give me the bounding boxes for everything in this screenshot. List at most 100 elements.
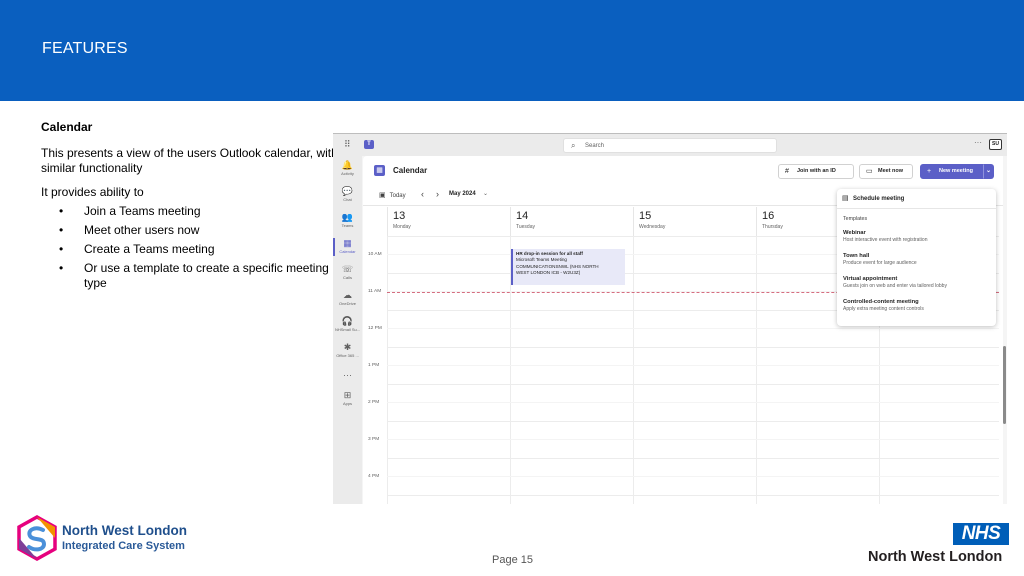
template-description: Guests join on web and enter via tailore… bbox=[843, 283, 947, 289]
template-name: Town hall bbox=[843, 253, 870, 259]
feature-item: • Meet other users now bbox=[41, 223, 341, 238]
plus-icon: + bbox=[927, 168, 932, 175]
time-label: 2 PM bbox=[368, 400, 380, 405]
join-with-id-button[interactable]: # Join with an ID bbox=[778, 164, 854, 179]
month-selector[interactable]: May 2024 bbox=[449, 191, 476, 197]
rail-item-office365[interactable]: ✱ Office 365 ... bbox=[333, 342, 362, 359]
rail-item-calls[interactable]: ☏ Calls bbox=[333, 264, 362, 281]
chevron-down-icon[interactable]: ⌄ bbox=[483, 190, 488, 197]
nhs-org-name: North West London bbox=[868, 549, 1003, 565]
cloud-icon: ☁ bbox=[343, 290, 352, 300]
rail-item-more-apps[interactable]: ··· bbox=[333, 370, 362, 380]
template-name: Controlled-content meeting bbox=[843, 299, 919, 305]
section-heading: Calendar bbox=[41, 120, 93, 134]
half-hour-line bbox=[387, 328, 999, 329]
time-label: 1 PM bbox=[368, 363, 380, 368]
teams-window: ⠿ T ⌕ Search ··· SU 🔔 Activity 💬 Chat 👥 Tea… bbox=[333, 133, 1007, 504]
meet-now-button[interactable]: ▭ Meet now bbox=[859, 164, 913, 179]
half-hour-line bbox=[387, 439, 999, 440]
teams-logo-icon: T bbox=[364, 140, 374, 149]
rail-item-nhsmail-support[interactable]: 🎧 NHSmail Su... bbox=[333, 316, 362, 333]
bullet: • bbox=[59, 242, 64, 256]
today-button[interactable]: ▣ Today bbox=[379, 191, 406, 199]
calendar-icon: ▦ bbox=[374, 165, 385, 176]
bullet: • bbox=[59, 223, 64, 237]
rail-label: Calendar bbox=[339, 249, 356, 254]
grid-divider bbox=[387, 236, 388, 504]
vertical-scrollbar[interactable] bbox=[1003, 346, 1006, 424]
meet-now-label: Meet now bbox=[878, 168, 904, 174]
hour-line bbox=[387, 421, 999, 422]
rail-item-activity[interactable]: 🔔 Activity bbox=[333, 160, 362, 177]
hour-line bbox=[387, 458, 999, 459]
feature-lead: It provides ability to bbox=[41, 185, 144, 199]
rail-item-onedrive[interactable]: ☁ OneDrive bbox=[333, 290, 362, 307]
day-header-tuesday[interactable]: 14 Tuesday bbox=[510, 207, 633, 236]
rail-item-apps[interactable]: ⊞ Apps bbox=[333, 390, 362, 407]
chevron-right-icon[interactable]: › bbox=[436, 189, 439, 199]
today-label: Today bbox=[389, 193, 406, 199]
calendar-header: ▦ Calendar # Join with an ID ▭ Meet now + N… bbox=[363, 156, 1003, 186]
slide-title: FEATURES bbox=[42, 40, 128, 57]
day-header-wednesday[interactable]: 15 Wednesday bbox=[633, 207, 756, 236]
template-description: Host interactive event with registration bbox=[843, 237, 928, 243]
teams-title-bar: ⠿ T ⌕ Search ··· SU bbox=[333, 134, 1007, 156]
calendar-title: Calendar bbox=[393, 166, 428, 175]
rail-label: Teams bbox=[341, 223, 354, 228]
page-number: Page 15 bbox=[492, 554, 533, 566]
half-hour-line bbox=[387, 402, 999, 403]
feature-list: • Join a Teams meeting • Meet other users … bbox=[41, 204, 341, 291]
day-number: 15 bbox=[639, 210, 652, 222]
chevron-left-icon[interactable]: ‹ bbox=[421, 189, 424, 199]
chat-icon: 💬 bbox=[341, 186, 354, 196]
more-options-icon[interactable]: ··· bbox=[974, 138, 982, 147]
rail-item-calendar[interactable]: ▦ Calendar bbox=[333, 238, 362, 256]
calendar-icon: ▦ bbox=[343, 238, 352, 248]
rail-label: OneDrive bbox=[339, 301, 356, 306]
day-name: Monday bbox=[393, 224, 411, 230]
hour-line bbox=[387, 347, 999, 348]
calendar-event[interactable]: HR drop-in session for all staff Microso… bbox=[511, 249, 625, 285]
video-icon: ▭ bbox=[866, 168, 873, 175]
hour-line bbox=[387, 384, 999, 385]
template-webinar[interactable]: Webinar Host interactive event with regis… bbox=[843, 229, 993, 244]
time-label: 12 PM bbox=[368, 326, 382, 331]
avatar[interactable]: SU bbox=[989, 139, 1002, 150]
feature-item: • Create a Teams meeting bbox=[41, 242, 341, 257]
feature-item: • Join a Teams meeting bbox=[41, 204, 341, 219]
teams-icon: 👥 bbox=[341, 212, 354, 222]
new-meeting-button[interactable]: + New meeting bbox=[920, 164, 984, 179]
rail-label: Chat bbox=[343, 197, 352, 202]
office-icon: ✱ bbox=[343, 342, 352, 352]
hash-icon: # bbox=[785, 168, 789, 175]
rail-label: Apps bbox=[342, 401, 353, 406]
intro-text: Calendar This presents a view of the use… bbox=[41, 120, 341, 295]
search-icon: ⌕ bbox=[571, 141, 576, 150]
template-controlled-content[interactable]: Controlled-content meeting Apply extra me… bbox=[843, 298, 993, 313]
nwl-ics-logo-icon bbox=[17, 515, 57, 561]
bell-icon: 🔔 bbox=[341, 160, 354, 170]
rail-label: Office 365 ... bbox=[336, 353, 359, 358]
app-launcher-icon[interactable]: ⠿ bbox=[344, 140, 353, 149]
search-input[interactable]: ⌕ Search bbox=[563, 138, 777, 153]
org-name-line2: Integrated Care System bbox=[62, 540, 185, 552]
event-location: WEST LONDON ICB - W2U3Z) bbox=[516, 269, 581, 275]
search-placeholder: Search bbox=[585, 143, 605, 149]
template-town-hall[interactable]: Town hall Produce event for large audienc… bbox=[843, 252, 993, 267]
day-header-monday[interactable]: 13 Monday bbox=[387, 207, 510, 236]
bullet: • bbox=[59, 204, 64, 218]
template-virtual-appointment[interactable]: Virtual appointment Guests join on web an… bbox=[843, 275, 993, 290]
template-description: Produce event for large audience bbox=[843, 260, 917, 266]
new-meeting-label: New meeting bbox=[939, 168, 973, 174]
day-name: Wednesday bbox=[639, 224, 666, 230]
rail-item-chat[interactable]: 💬 Chat bbox=[333, 186, 362, 203]
templates-heading: Templates bbox=[843, 216, 868, 222]
rail-item-teams[interactable]: 👥 Teams bbox=[333, 212, 362, 229]
schedule-meeting-item[interactable]: ▤ Schedule meeting bbox=[837, 189, 996, 209]
feature-text: Or use a template to create a specific m… bbox=[84, 261, 329, 290]
feature-text: Create a Teams meeting bbox=[84, 242, 215, 256]
org-name: North West London Integrated Care System bbox=[62, 523, 187, 553]
join-with-id-label: Join with an ID bbox=[797, 168, 836, 174]
grid-divider bbox=[756, 236, 757, 504]
new-meeting-dropdown-button[interactable]: ⌄ bbox=[983, 164, 994, 179]
